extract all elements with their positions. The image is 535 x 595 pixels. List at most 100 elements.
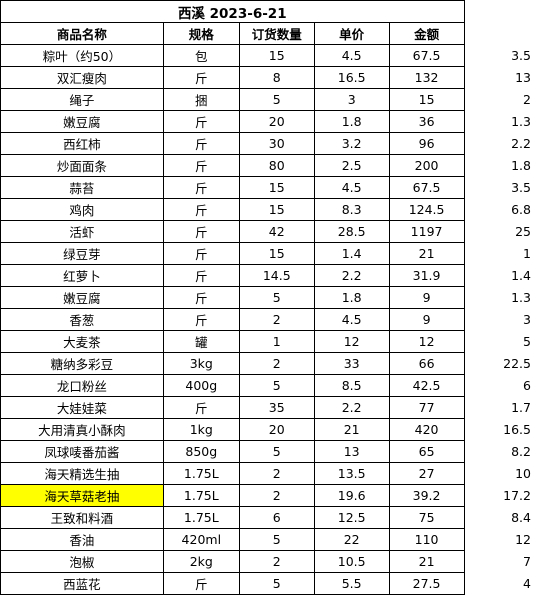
cell-price[interactable]: 2.2: [313, 264, 390, 287]
sheet-title[interactable]: 西溪 2023-6-21: [0, 0, 465, 23]
cell-name[interactable]: 海天精选生抽: [0, 462, 164, 485]
cell-spec[interactable]: 420ml: [162, 528, 240, 551]
cell-qty[interactable]: 20: [238, 418, 315, 441]
cell-qty[interactable]: 15: [238, 198, 315, 221]
cell-price[interactable]: 1.8: [313, 286, 390, 309]
cell-extra[interactable]: 1: [463, 242, 535, 265]
cell-price[interactable]: 12: [313, 330, 390, 353]
cell-name[interactable]: 鸡肉: [0, 198, 164, 221]
cell-amount[interactable]: 36: [388, 110, 465, 133]
cell-amount[interactable]: 67.5: [388, 44, 465, 67]
cell-qty[interactable]: 15: [238, 176, 315, 199]
cell-amount[interactable]: 27: [388, 462, 465, 485]
cell-extra[interactable]: 1.4: [463, 264, 535, 287]
cell-qty[interactable]: 14.5: [238, 264, 315, 287]
cell-price[interactable]: 1.4: [313, 242, 390, 265]
cell-name[interactable]: 泡椒: [0, 550, 164, 573]
cell-price[interactable]: 1.8: [313, 110, 390, 133]
cell-extra[interactable]: 1.3: [463, 286, 535, 309]
cell-extra[interactable]: 1.8: [463, 154, 535, 177]
header-amount[interactable]: 金额: [388, 22, 465, 45]
cell-spec[interactable]: 2kg: [162, 550, 240, 573]
cell-extra[interactable]: 1.7: [463, 396, 535, 419]
cell-qty[interactable]: 2: [238, 484, 315, 507]
cell-name[interactable]: 蒜苔: [0, 176, 164, 199]
cell-qty[interactable]: 5: [238, 572, 315, 595]
cell-qty[interactable]: 2: [238, 462, 315, 485]
cell-qty[interactable]: 5: [238, 374, 315, 397]
cell-extra[interactable]: 8.2: [463, 440, 535, 463]
cell-amount[interactable]: 96: [388, 132, 465, 155]
cell-qty[interactable]: 6: [238, 506, 315, 529]
cell-spec[interactable]: 斤: [162, 396, 240, 419]
cell-amount[interactable]: 39.2: [388, 484, 465, 507]
cell-extra[interactable]: 7: [463, 550, 535, 573]
cell-amount[interactable]: 75: [388, 506, 465, 529]
cell-qty[interactable]: 15: [238, 242, 315, 265]
cell-qty[interactable]: 80: [238, 154, 315, 177]
cell-extra[interactable]: 22.5: [463, 352, 535, 375]
cell-name[interactable]: 香葱: [0, 308, 164, 331]
cell-spec[interactable]: 斤: [162, 286, 240, 309]
cell-qty[interactable]: 5: [238, 528, 315, 551]
cell-extra[interactable]: 8.4: [463, 506, 535, 529]
cell-price[interactable]: 3: [313, 88, 390, 111]
cell-spec[interactable]: 3kg: [162, 352, 240, 375]
cell-amount[interactable]: 124.5: [388, 198, 465, 221]
cell-price[interactable]: 12.5: [313, 506, 390, 529]
cell-name[interactable]: 嫩豆腐: [0, 110, 164, 133]
cell-spec[interactable]: 斤: [162, 242, 240, 265]
cell-amount[interactable]: 21: [388, 550, 465, 573]
cell-price[interactable]: 13: [313, 440, 390, 463]
cell-spec[interactable]: 1kg: [162, 418, 240, 441]
cell-amount[interactable]: 9: [388, 286, 465, 309]
cell-spec[interactable]: 捆: [162, 88, 240, 111]
cell-amount[interactable]: 31.9: [388, 264, 465, 287]
cell-extra[interactable]: 25: [463, 220, 535, 243]
cell-price[interactable]: 3.2: [313, 132, 390, 155]
cell-price[interactable]: 4.5: [313, 308, 390, 331]
cell-extra[interactable]: 2.2: [463, 132, 535, 155]
cell-price[interactable]: 22: [313, 528, 390, 551]
cell-price[interactable]: 2.2: [313, 396, 390, 419]
cell-name[interactable]: 双汇瘦肉: [0, 66, 164, 89]
cell-extra[interactable]: 1.3: [463, 110, 535, 133]
cell-spec[interactable]: 斤: [162, 132, 240, 155]
cell-price[interactable]: 8.3: [313, 198, 390, 221]
cell-amount[interactable]: 67.5: [388, 176, 465, 199]
cell-name[interactable]: 西红柿: [0, 132, 164, 155]
cell-name[interactable]: 大麦茶: [0, 330, 164, 353]
cell-name[interactable]: 粽叶（约50）: [0, 44, 164, 67]
cell-qty[interactable]: 5: [238, 440, 315, 463]
cell-spec[interactable]: 罐: [162, 330, 240, 353]
cell-name[interactable]: 龙口粉丝: [0, 374, 164, 397]
cell-name[interactable]: 绳子: [0, 88, 164, 111]
header-name[interactable]: 商品名称: [0, 22, 164, 45]
title-extra-cell[interactable]: [463, 0, 535, 23]
cell-qty[interactable]: 8: [238, 66, 315, 89]
cell-extra[interactable]: 16.5: [463, 418, 535, 441]
cell-qty[interactable]: 2: [238, 550, 315, 573]
cell-amount[interactable]: 200: [388, 154, 465, 177]
cell-spec[interactable]: 斤: [162, 572, 240, 595]
cell-spec[interactable]: 400g: [162, 374, 240, 397]
cell-price[interactable]: 4.5: [313, 176, 390, 199]
cell-spec[interactable]: 1.75L: [162, 462, 240, 485]
cell-qty[interactable]: 42: [238, 220, 315, 243]
cell-extra[interactable]: 5: [463, 330, 535, 353]
cell-extra[interactable]: 3.5: [463, 176, 535, 199]
cell-spec[interactable]: 斤: [162, 198, 240, 221]
cell-name[interactable]: 海天草菇老抽: [0, 484, 164, 507]
cell-qty[interactable]: 20: [238, 110, 315, 133]
cell-price[interactable]: 13.5: [313, 462, 390, 485]
cell-name[interactable]: 西蓝花: [0, 572, 164, 595]
cell-qty[interactable]: 15: [238, 44, 315, 67]
cell-price[interactable]: 10.5: [313, 550, 390, 573]
cell-qty[interactable]: 30: [238, 132, 315, 155]
cell-price[interactable]: 2.5: [313, 154, 390, 177]
cell-price[interactable]: 4.5: [313, 44, 390, 67]
cell-name[interactable]: 绿豆芽: [0, 242, 164, 265]
header-spec[interactable]: 规格: [162, 22, 240, 45]
header-price[interactable]: 单价: [313, 22, 390, 45]
cell-amount[interactable]: 132: [388, 66, 465, 89]
